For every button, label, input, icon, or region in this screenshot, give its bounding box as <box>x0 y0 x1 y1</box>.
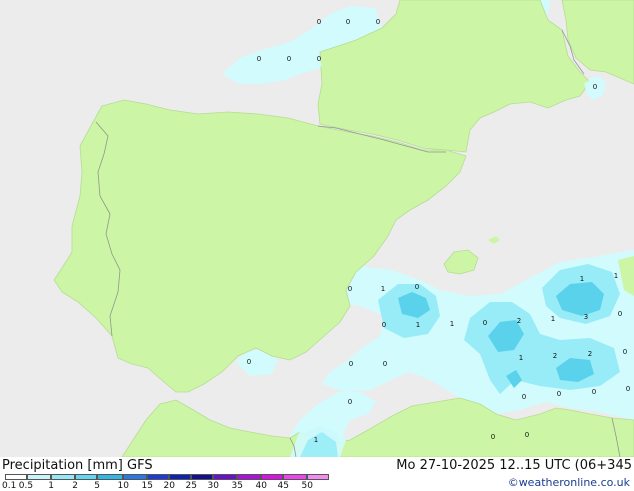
precipitation-map[interactable]: 0 0 0 0 0 0 0 0 1 0 1 1 0 1 1 0 2 1 3 0 0 0 0 1 2 2 0 0 0 0 0 0 1 0 0 <box>0 0 634 457</box>
precip-marker: 0 <box>593 83 597 91</box>
precip-marker: 0 <box>257 55 261 63</box>
precip-marker: 1 <box>614 272 618 280</box>
precip-marker: 1 <box>519 354 523 362</box>
precip-marker: 0 <box>382 321 386 329</box>
scale-swatch <box>97 474 123 480</box>
precip-marker: 0 <box>247 358 251 366</box>
precip-marker: 0 <box>618 310 622 318</box>
precip-marker: 1 <box>580 275 584 283</box>
precip-marker: 0 <box>383 360 387 368</box>
precip-marker: 0 <box>349 360 353 368</box>
precip-marker: 1 <box>381 285 385 293</box>
precip-marker: 0 <box>287 55 291 63</box>
precip-marker: 0 <box>376 18 380 26</box>
precip-marker: 3 <box>584 313 588 321</box>
scale-swatch <box>191 474 213 480</box>
precip-marker: 0 <box>348 398 352 406</box>
scale-swatch <box>169 474 191 480</box>
precip-marker: 2 <box>588 350 592 358</box>
precip-marker: 2 <box>517 317 521 325</box>
precip-marker: 0 <box>415 283 419 291</box>
precip-marker: 1 <box>551 315 555 323</box>
scale-swatch <box>237 474 261 480</box>
scale-swatch <box>283 474 307 480</box>
precip-marker: 0 <box>623 348 627 356</box>
precip-marker: 1 <box>314 436 318 444</box>
precip-marker: 0 <box>483 319 487 327</box>
scale-swatch <box>51 474 75 480</box>
precip-marker: 1 <box>416 321 420 329</box>
precip-marker: 0 <box>522 393 526 401</box>
scale-swatch <box>27 474 51 480</box>
valid-time: Mo 27-10-2025 12..15 UTC (06+345 <box>396 458 632 473</box>
scale-swatch <box>307 474 329 480</box>
precip-marker: 0 <box>525 431 529 439</box>
map-title: Precipitation [mm] GFS <box>2 458 153 473</box>
scale-swatch <box>123 474 147 480</box>
scale-swatch <box>261 474 283 480</box>
precip-marker: 1 <box>450 320 454 328</box>
precip-marker: 0 <box>557 390 561 398</box>
scale-swatch <box>75 474 97 480</box>
map-canvas: 0 0 0 0 0 0 0 0 1 0 1 1 0 1 1 0 2 1 3 0 0 0 0 1 2 2 0 0 0 0 0 0 1 0 0 <box>0 0 634 457</box>
precip-marker: 0 <box>626 385 630 393</box>
precip-marker: 0 <box>592 388 596 396</box>
precip-marker: 0 <box>348 285 352 293</box>
precip-marker: 0 <box>317 55 321 63</box>
credit-link[interactable]: ©weatheronline.co.uk <box>508 476 630 489</box>
scale-swatch <box>5 474 27 480</box>
scale-swatch <box>147 474 169 480</box>
precip-marker: 0 <box>317 18 321 26</box>
precip-marker: 0 <box>491 433 495 441</box>
scale-swatch <box>213 474 237 480</box>
precip-marker: 0 <box>346 18 350 26</box>
legend-bar: Precipitation [mm] GFS Mo 27-10-2025 12.… <box>0 457 634 491</box>
precip-marker: 2 <box>553 352 557 360</box>
